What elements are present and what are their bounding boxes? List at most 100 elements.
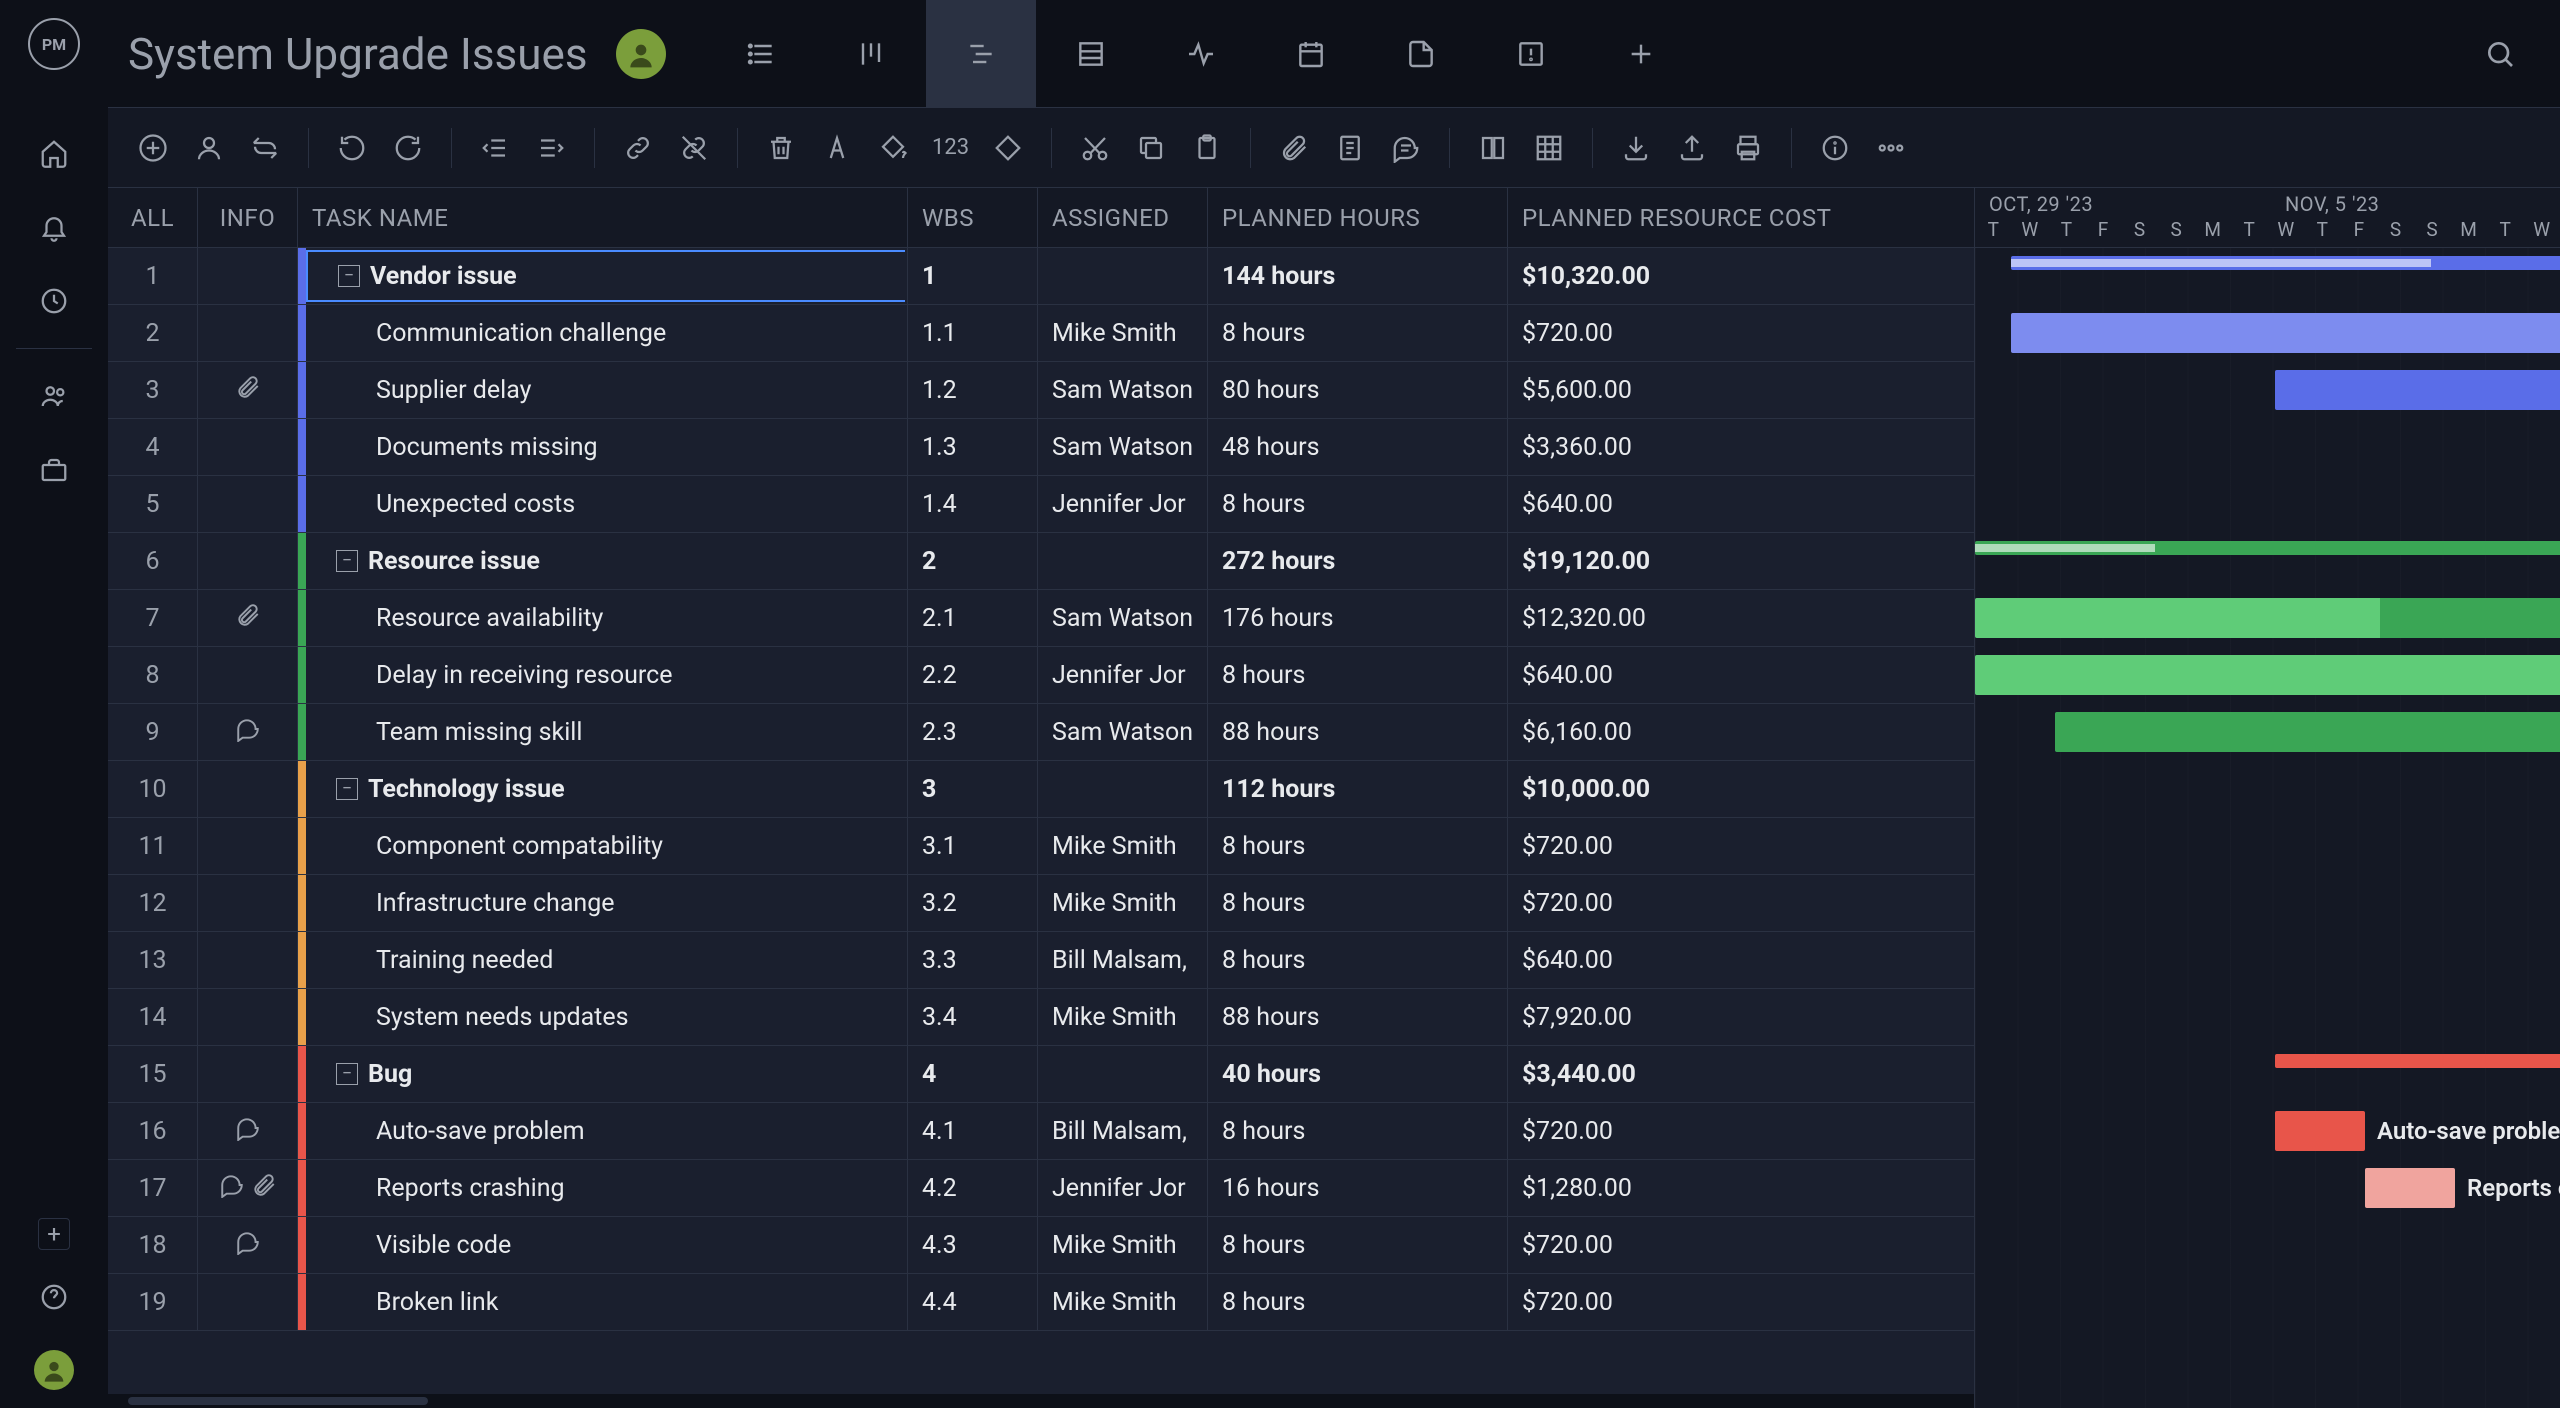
task-row[interactable]: 19Broken link4.4Mike Smith8 hours$720.00 <box>108 1274 1974 1331</box>
task-row[interactable]: 10−Technology issue3112 hours$10,000.00 <box>108 761 1974 818</box>
gantt-bar[interactable] <box>1975 655 2560 695</box>
hours-cell[interactable]: 88 hours <box>1208 989 1508 1045</box>
briefcase-icon[interactable] <box>35 451 73 489</box>
assigned-cell[interactable]: Mike Smith <box>1038 989 1208 1045</box>
collapse-toggle[interactable]: − <box>338 265 360 287</box>
unlink-button[interactable] <box>677 131 711 165</box>
task-row[interactable]: 13Training needed3.3Bill Malsam,8 hours$… <box>108 932 1974 989</box>
gantt-bar[interactable] <box>2275 1054 2560 1068</box>
assigned-cell[interactable]: Jennifer Jor <box>1038 1160 1208 1216</box>
cost-cell[interactable]: $6,160.00 <box>1508 704 1963 760</box>
outdent-button[interactable] <box>478 131 512 165</box>
column-header-assigned[interactable]: ASSIGNED <box>1038 188 1208 247</box>
hours-cell[interactable]: 8 hours <box>1208 875 1508 931</box>
gantt-bar[interactable]: Reports cras <box>2365 1168 2455 1208</box>
undo-button[interactable] <box>335 131 369 165</box>
column-header-all[interactable]: ALL <box>108 188 198 247</box>
task-name-cell[interactable]: −Resource issue <box>306 533 907 589</box>
cost-cell[interactable]: $720.00 <box>1508 818 1963 874</box>
gantt-bar[interactable] <box>2011 313 2560 353</box>
column-header-info[interactable]: INFO <box>198 188 298 247</box>
wbs-cell[interactable]: 4.2 <box>908 1160 1038 1216</box>
attachment-button[interactable] <box>1277 131 1311 165</box>
milestone-button[interactable] <box>991 131 1025 165</box>
task-name-cell[interactable]: Broken link <box>306 1274 907 1330</box>
wbs-cell[interactable]: 4.3 <box>908 1217 1038 1273</box>
wbs-cell[interactable]: 2.3 <box>908 704 1038 760</box>
collapse-toggle[interactable]: − <box>336 778 358 800</box>
task-name-cell[interactable]: Supplier delay <box>306 362 907 418</box>
assigned-cell[interactable]: Sam Watson <box>1038 590 1208 646</box>
cost-cell[interactable]: $1,280.00 <box>1508 1160 1963 1216</box>
task-row[interactable]: 15−Bug440 hours$3,440.00 <box>108 1046 1974 1103</box>
task-name-cell[interactable]: Reports crashing <box>306 1160 907 1216</box>
hours-cell[interactable]: 112 hours <box>1208 761 1508 817</box>
hours-cell[interactable]: 8 hours <box>1208 818 1508 874</box>
view-calendar[interactable] <box>1256 0 1366 108</box>
column-header-cost[interactable]: PLANNED RESOURCE COST <box>1508 188 1963 247</box>
cost-cell[interactable]: $640.00 <box>1508 932 1963 988</box>
view-sheet[interactable] <box>1036 0 1146 108</box>
redo-button[interactable] <box>391 131 425 165</box>
auto-number[interactable]: 123 <box>932 135 969 160</box>
wbs-cell[interactable]: 2.2 <box>908 647 1038 703</box>
assigned-cell[interactable]: Bill Malsam, <box>1038 1103 1208 1159</box>
hours-cell[interactable]: 88 hours <box>1208 704 1508 760</box>
wbs-cell[interactable]: 1 <box>908 248 1038 304</box>
cost-cell[interactable]: $720.00 <box>1508 305 1963 361</box>
task-row[interactable]: 18Visible code4.3Mike Smith8 hours$720.0… <box>108 1217 1974 1274</box>
task-row[interactable]: 17Reports crashing4.2Jennifer Jor16 hour… <box>108 1160 1974 1217</box>
view-activity[interactable] <box>1146 0 1256 108</box>
wbs-cell[interactable]: 1.3 <box>908 419 1038 475</box>
hours-cell[interactable]: 16 hours <box>1208 1160 1508 1216</box>
comment-button[interactable] <box>1389 131 1423 165</box>
hours-cell[interactable]: 176 hours <box>1208 590 1508 646</box>
hours-cell[interactable]: 8 hours <box>1208 305 1508 361</box>
cost-cell[interactable]: $720.00 <box>1508 1103 1963 1159</box>
hours-cell[interactable]: 8 hours <box>1208 647 1508 703</box>
assign-button[interactable] <box>192 131 226 165</box>
task-name-cell[interactable]: Delay in receiving resource <box>306 647 907 703</box>
task-name-cell[interactable]: −Bug <box>306 1046 907 1102</box>
user-avatar[interactable] <box>34 1350 74 1390</box>
wbs-cell[interactable]: 3 <box>908 761 1038 817</box>
project-avatar[interactable] <box>616 29 666 79</box>
task-name-cell[interactable]: −Technology issue <box>306 761 907 817</box>
note-button[interactable] <box>1333 131 1367 165</box>
cost-cell[interactable]: $5,600.00 <box>1508 362 1963 418</box>
task-name-cell[interactable]: Documents missing <box>306 419 907 475</box>
gantt-bar[interactable] <box>2011 256 2560 270</box>
paste-button[interactable] <box>1190 131 1224 165</box>
import-button[interactable] <box>1619 131 1653 165</box>
grid-button[interactable] <box>1532 131 1566 165</box>
gantt-bar[interactable] <box>2055 712 2560 752</box>
collapse-toggle[interactable]: − <box>336 1063 358 1085</box>
gantt-bar[interactable] <box>1975 598 2560 638</box>
task-name-cell[interactable]: Resource availability <box>306 590 907 646</box>
hours-cell[interactable]: 272 hours <box>1208 533 1508 589</box>
print-button[interactable] <box>1731 131 1765 165</box>
task-name-cell[interactable]: Infrastructure change <box>306 875 907 931</box>
link-button[interactable] <box>621 131 655 165</box>
assigned-cell[interactable]: Mike Smith <box>1038 875 1208 931</box>
assigned-cell[interactable] <box>1038 533 1208 589</box>
cost-cell[interactable]: $12,320.00 <box>1508 590 1963 646</box>
assigned-cell[interactable]: Bill Malsam, <box>1038 932 1208 988</box>
column-header-task[interactable]: TASK NAME <box>298 188 908 247</box>
cost-cell[interactable]: $640.00 <box>1508 476 1963 532</box>
task-row[interactable]: 3Supplier delay1.2Sam Watson80 hours$5,6… <box>108 362 1974 419</box>
add-view[interactable] <box>1586 0 1696 108</box>
task-row[interactable]: 2Communication challenge1.1Mike Smith8 h… <box>108 305 1974 362</box>
view-gantt[interactable] <box>926 0 1036 108</box>
hours-cell[interactable]: 144 hours <box>1208 248 1508 304</box>
wbs-cell[interactable]: 2.1 <box>908 590 1038 646</box>
cost-cell[interactable]: $720.00 <box>1508 875 1963 931</box>
hours-cell[interactable]: 8 hours <box>1208 1217 1508 1273</box>
add-project-button[interactable]: + <box>38 1218 70 1250</box>
cost-cell[interactable]: $10,000.00 <box>1508 761 1963 817</box>
task-row[interactable]: 6−Resource issue2272 hours$19,120.00 <box>108 533 1974 590</box>
add-task-button[interactable] <box>136 131 170 165</box>
task-row[interactable]: 14System needs updates3.4Mike Smith88 ho… <box>108 989 1974 1046</box>
wbs-cell[interactable]: 3.1 <box>908 818 1038 874</box>
assigned-cell[interactable]: Mike Smith <box>1038 1217 1208 1273</box>
